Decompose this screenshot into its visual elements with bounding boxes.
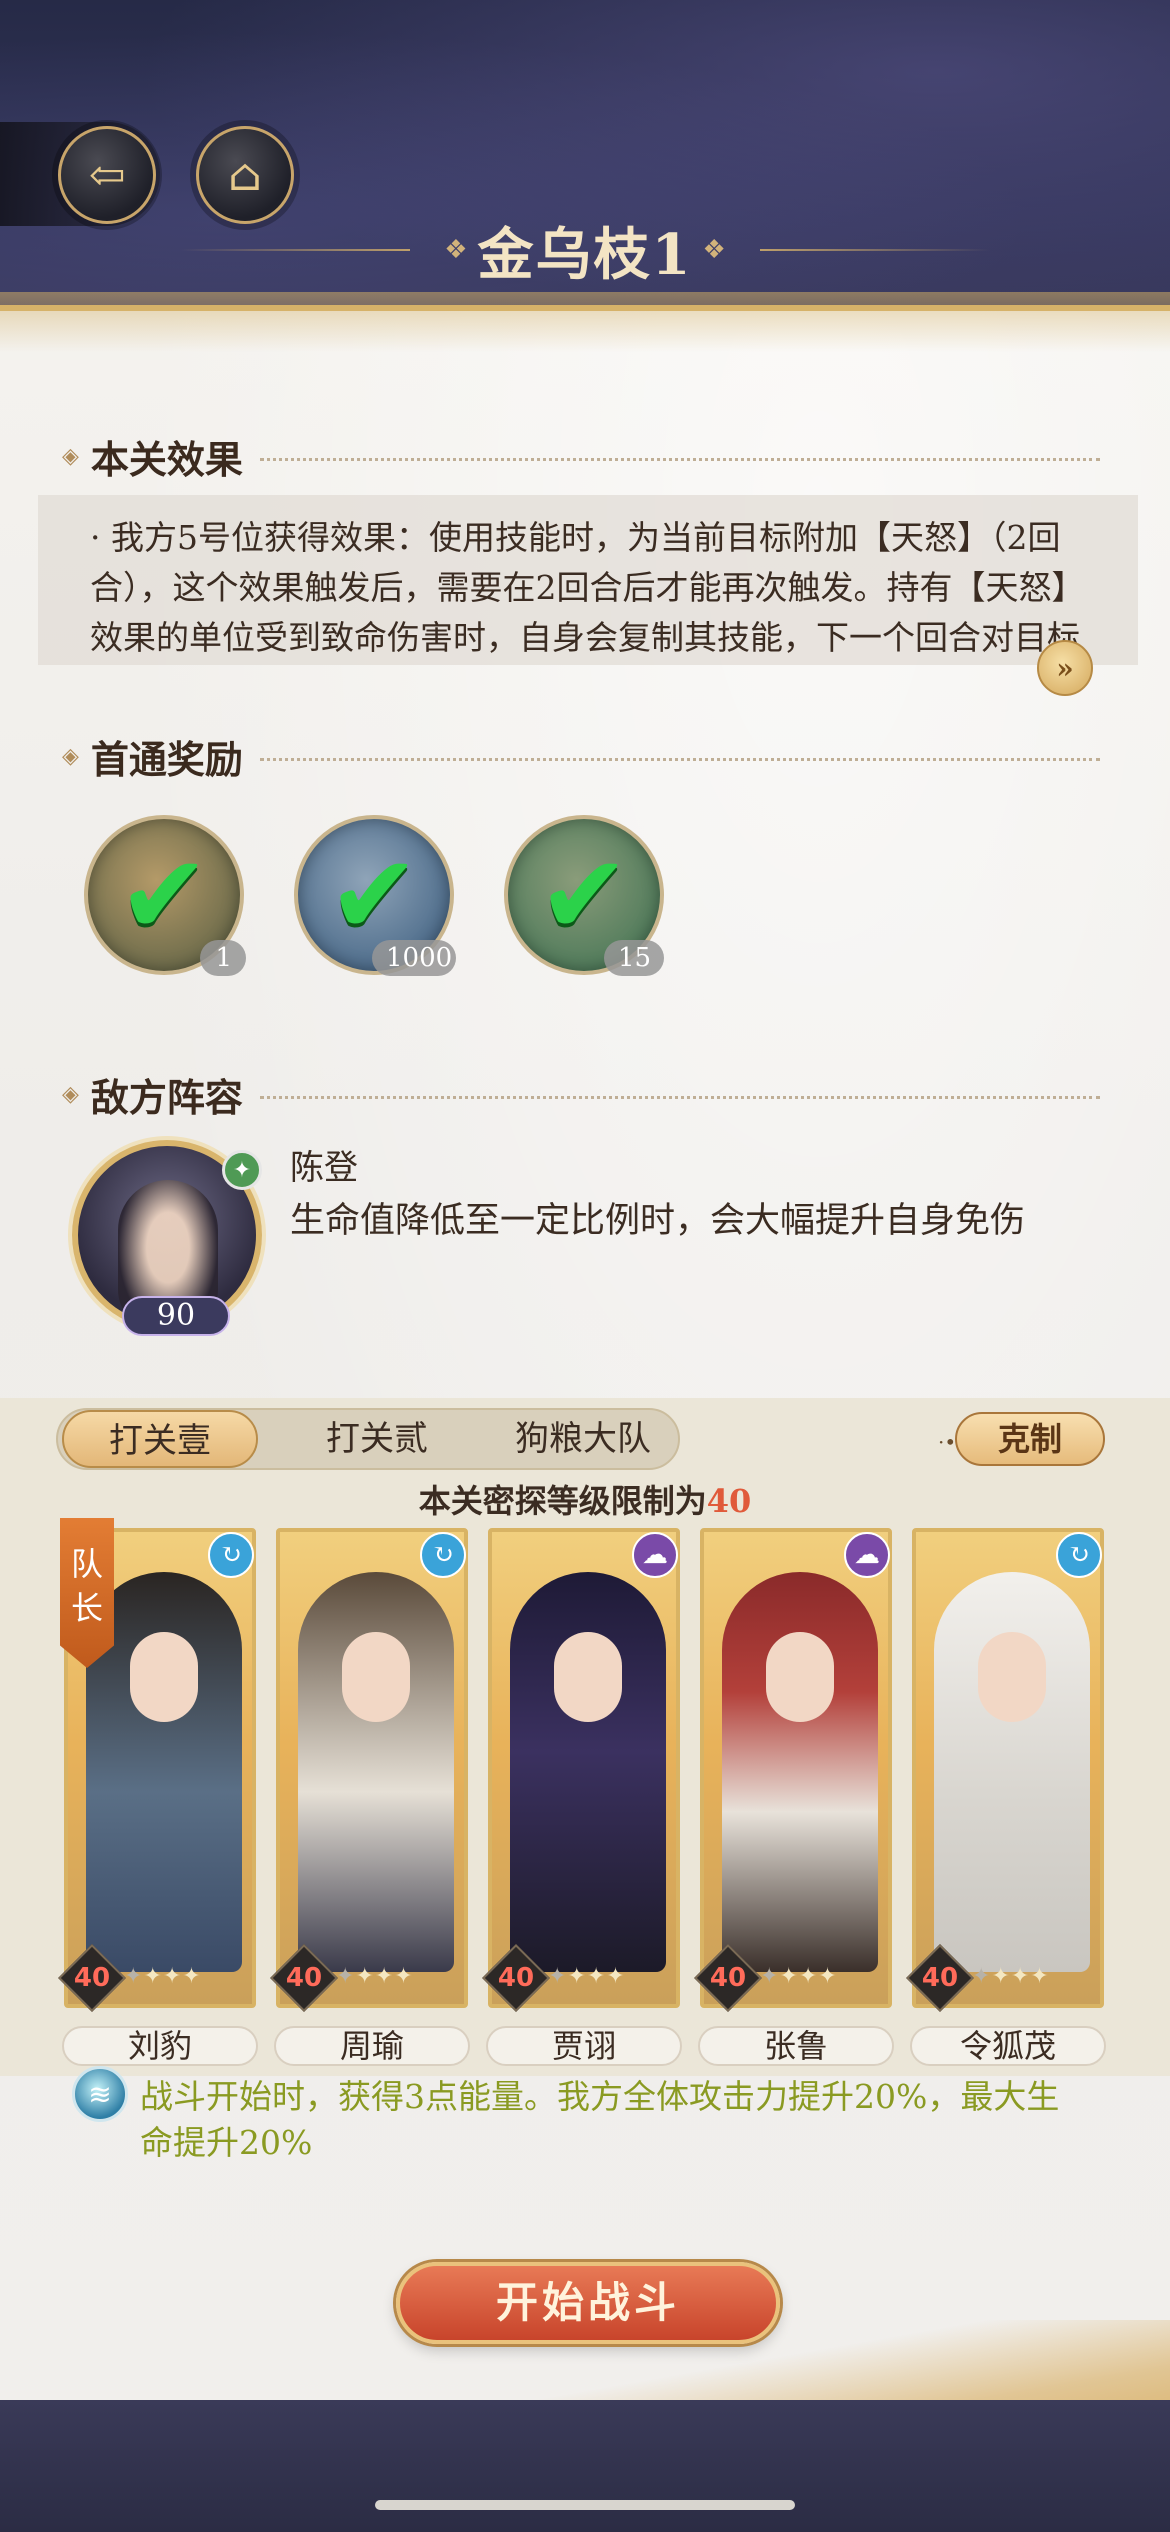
section-enemy-rule (260, 1096, 1100, 1099)
member-name: 令狐茂 (910, 2026, 1106, 2066)
enemy-name: 陈登 (290, 1148, 358, 1188)
pavilion-icon: ⌂ (228, 149, 262, 201)
buff-description: 战斗开始时，获得3点能量。我方全体攻击力提升20%，最大生命提升20% (140, 2077, 1060, 2162)
member-name: 张鲁 (698, 2026, 894, 2066)
cloud-icon: ☁ (844, 1532, 890, 1578)
title-divider-right (759, 249, 990, 251)
effect-text: · 我方5号位获得效果：使用技能时，为当前目标附加【天怒】（2回合），这个效果触… (90, 513, 1098, 665)
cloud-icon: ☁ (632, 1532, 678, 1578)
star-rating: ✦✦✦✦ (548, 1964, 626, 1989)
title-ornament-left-icon: ❖ (444, 235, 468, 265)
character-face (978, 1632, 1046, 1722)
character-face (342, 1632, 410, 1722)
title-ornament-right-icon: ❖ (702, 235, 726, 265)
section-enemy-header: ◈ 敌方阵容 (62, 1064, 243, 1124)
level-limit-prefix: 本关密探等级限制为 (418, 1482, 707, 1520)
bottom-banner (0, 2400, 1170, 2532)
section-effect-rule (260, 458, 1100, 461)
level-limit-value: 40 (706, 1482, 752, 1520)
team-member-card[interactable] (276, 1528, 468, 2008)
wind-icon: ↻ (420, 1532, 466, 1578)
section-enemy-title: 敌方阵容 (90, 1074, 243, 1120)
effect-description: · 我方5号位获得效果：使用技能时，为当前目标附加【天怒】（2回合），这个效果触… (38, 495, 1138, 665)
effect-body: 我方5号位获得效果：使用技能时，为当前目标附加【天怒】（2回合），这个效果触发后… (90, 518, 1085, 657)
reward-count: 1 (200, 940, 246, 976)
diamond-icon: ◈ (62, 443, 79, 469)
tab-team-2[interactable]: 打关贰 (282, 1410, 472, 1468)
section-reward-rule (260, 758, 1100, 761)
star-rating: ✦✦✦✦ (760, 1964, 838, 1989)
wind-icon: ↻ (208, 1532, 254, 1578)
star-rating: ✦✦✦✦ (972, 1964, 1050, 1989)
title-divider-left (180, 249, 411, 251)
member-level: 40 (73, 1963, 111, 1993)
character-face (554, 1632, 622, 1722)
section-reward-header: ◈ 首通奖励 (62, 726, 243, 786)
expand-button[interactable]: » (1037, 640, 1093, 696)
diamond-icon: ◈ (62, 743, 79, 769)
member-level: 40 (497, 1963, 535, 1993)
enemy-wind-element-icon: ✦ (222, 1150, 262, 1190)
team-member-card[interactable] (700, 1528, 892, 2008)
double-chevron-down-icon: » (1056, 651, 1074, 685)
back-arrow-icon: ⇦ (88, 149, 126, 201)
tab-team-1[interactable]: 打关壹 (62, 1410, 258, 1468)
effect-bullet: · (90, 518, 101, 557)
home-indicator[interactable] (375, 2500, 795, 2510)
member-name: 贾诩 (486, 2026, 682, 2066)
character-face (130, 1632, 198, 1722)
character-face (766, 1632, 834, 1722)
section-effect-title: 本关效果 (90, 436, 243, 482)
section-reward-title: 首通奖励 (90, 736, 243, 782)
member-level: 40 (285, 1963, 323, 1993)
member-level: 40 (921, 1963, 959, 1993)
section-effect-header: ◈ 本关效果 (62, 426, 243, 486)
captain-badge: 队长 (60, 1518, 114, 1668)
member-name: 周瑜 (274, 2026, 470, 2066)
member-name: 刘豹 (62, 2026, 258, 2066)
enemy-description: 生命值降低至一定比例时，会大幅提升自身免伤 (290, 1201, 1026, 1241)
level-limit-text: 本关密探等级限制为40 (0, 1476, 1170, 1522)
energy-buff-icon: ≋ (72, 2066, 128, 2122)
wind-icon: ↻ (1056, 1532, 1102, 1578)
tab-team-3[interactable]: 狗粮大队 (488, 1410, 678, 1468)
start-battle-button[interactable]: 开始战斗 (396, 2262, 780, 2344)
member-level: 40 (709, 1963, 747, 1993)
team-member-card[interactable] (912, 1528, 1104, 2008)
counter-bullet-icon: ·• (938, 1430, 957, 1454)
check-icon: ✔ (117, 831, 211, 959)
star-rating: ✦✦✦✦ (124, 1964, 202, 1989)
title-bar: ❖ 金乌枝1 ❖ (0, 205, 1170, 295)
reward-count: 1000 (372, 940, 456, 976)
reward-count: 15 (604, 940, 664, 976)
counter-button[interactable]: 克制 (955, 1412, 1105, 1466)
star-rating: ✦✦✦✦ (336, 1964, 414, 1989)
enemy-level: 90 (122, 1296, 230, 1336)
page-title: 金乌枝1 (477, 221, 693, 288)
team-member-card[interactable] (488, 1528, 680, 2008)
diamond-icon: ◈ (62, 1081, 79, 1107)
